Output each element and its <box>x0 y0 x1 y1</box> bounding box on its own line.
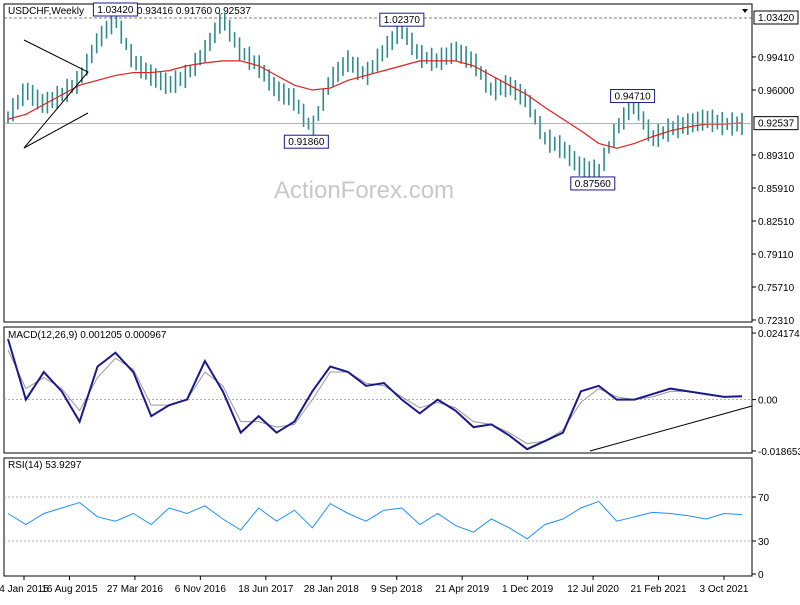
rsi-axis-label: 0 <box>758 570 764 581</box>
macd-series-group <box>4 338 752 451</box>
time-axis-label: 1 Dec 2019 <box>502 584 554 595</box>
rsi-axis-label: 70 <box>758 493 770 504</box>
time-axis-label: 21 Feb 2021 <box>630 584 687 595</box>
price-annotation-label: 1.02370 <box>384 15 421 26</box>
macd-title: MACD(12,26,9) 0.001205 0.000967 <box>8 330 167 341</box>
macd-axis-label: 0.00 <box>758 396 778 407</box>
watermark: ActionForex.com <box>274 177 454 204</box>
time-axis-label: 21 Apr 2019 <box>435 584 489 595</box>
triangle-pattern-line <box>23 39 89 149</box>
chart-window: USDCHF,Weekly 0.93045 0.93416 0.91760 0.… <box>0 0 800 600</box>
price-chart-svg: USDCHF,Weekly 0.93045 0.93416 0.91760 0.… <box>0 2 800 595</box>
price-annotations: 1.03420 1.02370 0.91860 0.94710 0.87560 <box>92 2 656 191</box>
rsi-series-group <box>4 496 752 542</box>
macd-pane <box>3 326 753 454</box>
macd-line <box>7 338 743 451</box>
trendline-drawings <box>23 39 89 149</box>
symbol-label: USDCHF,Weekly <box>8 6 84 17</box>
price-annotation-label: 0.87560 <box>575 179 612 190</box>
macd-axis-label: 0.024174 <box>758 329 800 340</box>
time-axis-label: 12 Jul 2020 <box>567 584 619 595</box>
price-axis-label: 0.85910 <box>758 184 795 195</box>
macd-trendline <box>589 405 753 452</box>
rsi-pane <box>3 457 753 577</box>
price-axis-label: 0.72310 <box>758 316 795 327</box>
time-axis-label: 16 Aug 2015 <box>41 584 98 595</box>
price-annotation-label: 0.94710 <box>615 92 652 103</box>
time-axis-label: 27 Mar 2016 <box>107 584 164 595</box>
time-axis-label: 3 Oct 2021 <box>700 584 749 595</box>
time-axis-label: 28 Jan 2018 <box>304 584 359 595</box>
macd-signal-line <box>7 349 742 445</box>
high-price-label: 1.03420 <box>758 13 795 24</box>
price-axis-label: 0.75710 <box>758 283 795 294</box>
rsi-axis-label: 30 <box>758 537 770 548</box>
triangle-lower-line <box>23 112 89 149</box>
price-axis-label: 0.89310 <box>758 151 795 162</box>
macd-axis-label: -0.018653 <box>758 447 800 458</box>
rsi-axis: 70 30 0 <box>752 493 770 581</box>
price-annotation-label: 0.91860 <box>288 137 325 148</box>
price-axis-label: 0.82510 <box>758 217 795 228</box>
price-axis-label: 0.79110 <box>758 250 794 261</box>
macd-axis: 0.024174 0.00 -0.018653 <box>752 329 800 458</box>
rsi-title: RSI(14) 53.9297 <box>8 460 82 471</box>
collapse-arrow-icon[interactable] <box>742 9 748 13</box>
moving-average-line <box>7 60 743 149</box>
price-axis-label: 0.99410 <box>758 53 795 64</box>
current-price-label: 0.92537 <box>758 119 795 130</box>
price-annotation-label: 1.03420 <box>97 5 134 16</box>
rsi-line <box>7 500 743 540</box>
time-axis-label: 6 Nov 2016 <box>175 584 227 595</box>
price-axis-label: 0.96000 <box>758 86 795 97</box>
time-axis-label: 18 Jun 2017 <box>238 584 293 595</box>
time-axis: 4 Jan 201516 Aug 2015 27 Mar 2016 6 Nov 20… <box>0 576 749 595</box>
time-axis-label: 9 Sep 2018 <box>371 584 423 595</box>
price-axis: 0.99410 0.96000 0.89310 0.85910 0.82510 0.791… <box>752 10 799 327</box>
